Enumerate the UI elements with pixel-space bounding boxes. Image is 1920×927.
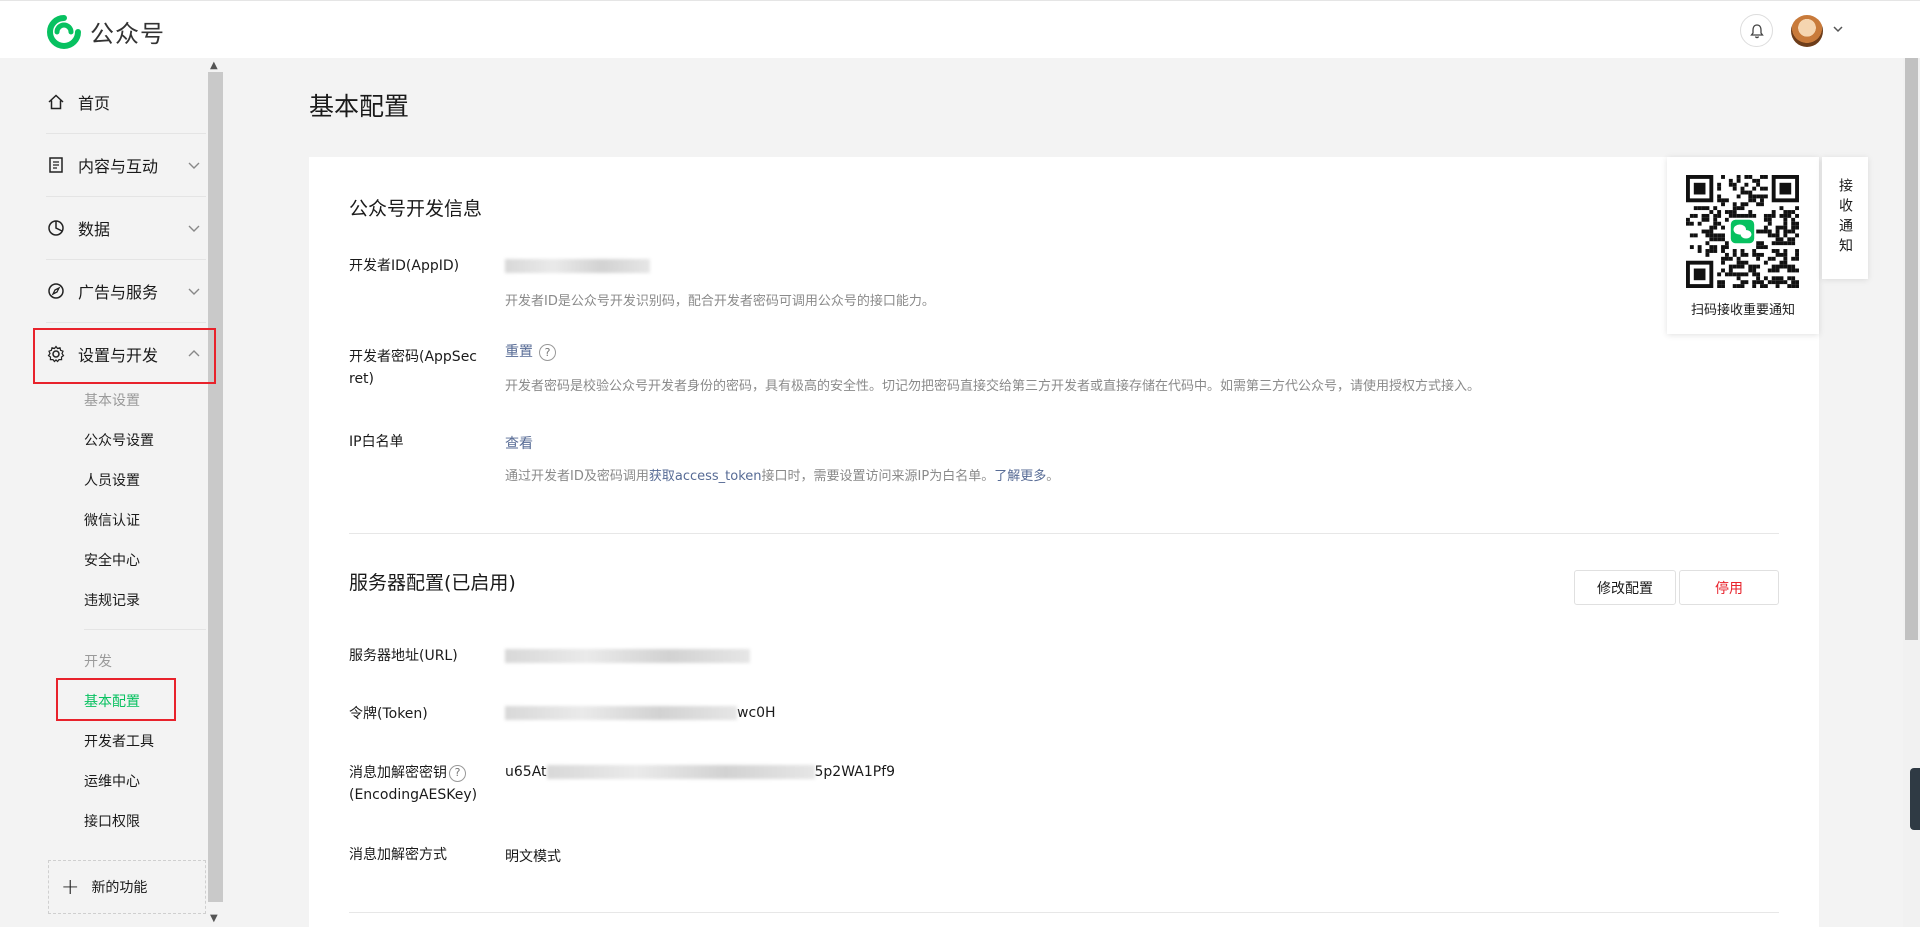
chevron-down-icon [188,225,200,232]
scroll-up-icon[interactable]: ▲ [210,60,218,71]
home-icon [48,94,64,110]
sidebar-section-dev-label: 开发 [84,654,112,670]
sidebar-item-label: 首页 [78,94,111,113]
appid-label: 开发者ID(AppID) [349,258,460,274]
aes-key-label-line2: (EncodingAESKey) [349,787,478,803]
divider [349,912,1779,913]
sidebar-subitem-ops-center[interactable]: 运维中心 [84,771,140,791]
token-value: wc0H [505,705,776,721]
scroll-down-icon[interactable]: ▼ [210,913,218,924]
highlight-box [33,328,216,384]
sidebar-item-label: 内容与互动 [78,157,159,176]
ip-whitelist-description: 通过开发者ID及密码调用获取access_token接口时，需要设置访问来源IP… [505,465,1059,484]
aes-key-value: u65At 5p2WA1Pf9 [505,764,895,780]
sidebar-subitem-basic-settings[interactable]: 基本设置 [84,390,140,410]
sidebar-item-home[interactable]: 首页 [46,71,206,133]
bell-icon [1749,23,1764,38]
encryption-mode-value: 明文模式 [505,849,561,865]
disable-button[interactable]: 停用 [1679,570,1779,605]
aes-key-label: 消息加解密密钥? (EncodingAESKey) [349,762,477,806]
reset-secret-link[interactable]: 重置 [505,344,533,360]
chevron-down-icon [188,162,200,169]
chevron-down-icon [188,288,200,295]
appsecret-label-line2: ret) [349,371,375,387]
ip-desc-text: 通过开发者ID及密码调用 [505,469,649,484]
logo-text: 公众号 [90,20,165,48]
page-scrollbar-thumb[interactable] [1905,58,1918,640]
top-bar: 公众号 [0,0,1920,58]
edit-config-button[interactable]: 修改配置 [1574,570,1676,605]
chevron-down-icon[interactable] [1830,21,1846,37]
side-widget-handle[interactable] [1910,768,1920,830]
divider [84,629,206,630]
sidebar-subitem-dev-tools[interactable]: 开发者工具 [84,731,154,751]
qr-caption: 扫码接收重要通知 [1690,303,1795,318]
section-title-server: 服务器配置(已启用) [349,572,516,594]
view-ip-whitelist-link[interactable]: 查看 [505,433,533,453]
aes-key-prefix: u65At [505,764,547,780]
sidebar-subitem-api-permissions[interactable]: 接口权限 [84,811,140,831]
sidebar-subitem-security[interactable]: 安全中心 [84,550,140,570]
avatar[interactable] [1791,15,1823,47]
appsecret-description: 开发者密码是校验公众号开发者身份的密码，具有极高的安全性。切记勿把密码直接交给第… [505,379,1481,394]
page-title: 基本配置 [309,92,410,121]
server-url-label: 服务器地址(URL) [349,648,458,664]
receive-notification-tab[interactable]: 接收通知 [1822,157,1868,279]
sidebar-item-data[interactable]: 数据 [46,197,206,259]
encryption-mode-label: 消息加解密方式 [349,847,447,863]
learn-more-link[interactable]: 了解更多 [994,469,1046,484]
sidebar-subitem-violations[interactable]: 违规记录 [84,590,140,610]
document-icon [49,157,63,173]
divider [349,533,1779,534]
new-feature-button[interactable]: + 新的功能 [48,860,206,914]
sidebar-subitem-staff-settings[interactable]: 人员设置 [84,470,140,490]
highlight-box [56,678,176,721]
appsecret-actions: 重置? [505,341,556,361]
sidebar-subitem-verification[interactable]: 微信认证 [84,510,140,530]
compass-icon [48,283,64,299]
logo-icon [47,14,81,49]
plus-icon: + [61,874,80,900]
appsecret-label: 开发者密码(AppSec ret) [349,346,477,390]
pie-chart-icon [48,220,64,236]
help-icon[interactable]: ? [539,343,556,361]
appsecret-label-line1: 开发者密码(AppSec [349,349,478,365]
sidebar-item-content[interactable]: 内容与互动 [46,134,206,196]
notification-bell-button[interactable] [1740,14,1773,47]
sidebar-subitem-account-settings[interactable]: 公众号设置 [84,430,154,450]
server-url-value [505,648,750,664]
new-feature-label: 新的功能 [91,880,148,896]
sidebar-scrollbar[interactable] [208,72,223,902]
qr-notification-card[interactable]: 扫码接收重要通知 [1667,157,1819,334]
aes-key-suffix: 5p2WA1Pf9 [814,764,896,780]
aes-key-label-line1: 消息加解密密钥 [349,765,447,781]
sidebar-item-ads[interactable]: 广告与服务 [46,260,206,322]
ip-desc-text: 接口时，需要设置访问来源IP为白名单。 [761,469,995,484]
help-icon[interactable]: ? [449,764,466,782]
ip-desc-text: 。 [1046,469,1060,484]
token-suffix: wc0H [737,705,776,721]
section-title-dev-info: 公众号开发信息 [349,198,483,220]
appid-value [505,258,650,274]
sidebar-item-label: 数据 [78,220,111,239]
access-token-link[interactable]: 获取access_token [649,469,762,484]
sidebar-item-label: 广告与服务 [78,283,159,302]
logo[interactable]: 公众号 [46,14,165,49]
qr-code-icon [1686,175,1799,288]
ip-whitelist-label: IP白名单 [349,434,404,450]
token-label: 令牌(Token) [349,706,428,722]
appid-description: 开发者ID是公众号开发识别码，配合开发者密码可调用公众号的接口能力。 [505,294,935,309]
